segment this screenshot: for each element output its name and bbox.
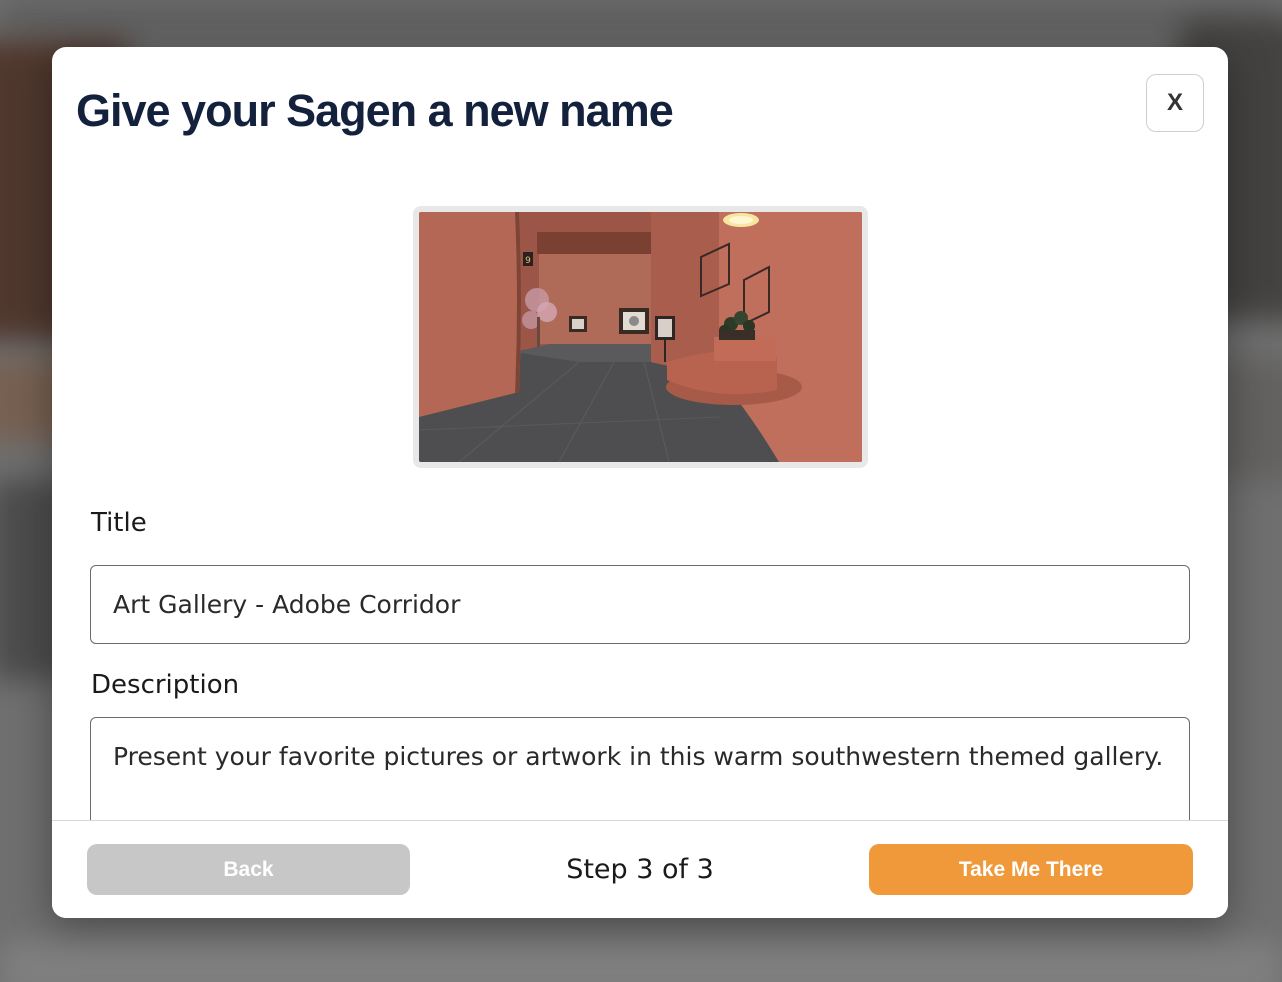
take-me-there-label: Take Me There [958, 857, 1104, 881]
take-me-there-button[interactable]: Take Me There [869, 844, 1193, 895]
modal-title: Give your Sagen a new name [76, 85, 674, 136]
title-label: Title [91, 508, 147, 538]
svg-text:9: 9 [525, 256, 531, 266]
description-label: Description [91, 670, 240, 700]
modal-footer: Back Step 3 of 3 Take Me There [52, 820, 1228, 918]
back-button[interactable]: Back [87, 844, 410, 895]
close-button[interactable]: X [1146, 74, 1204, 132]
back-button-label: Back [223, 857, 274, 881]
step-indicator: Step 3 of 3 [566, 854, 714, 885]
title-input[interactable]: Art Gallery - Adobe Corridor [90, 565, 1190, 644]
rename-modal: Give your Sagen a new name X 9 Title Art… [52, 47, 1228, 918]
space-preview-image: 9 [413, 206, 868, 468]
gallery-thumbnail: 9 [419, 212, 862, 462]
close-icon: X [1166, 89, 1183, 116]
